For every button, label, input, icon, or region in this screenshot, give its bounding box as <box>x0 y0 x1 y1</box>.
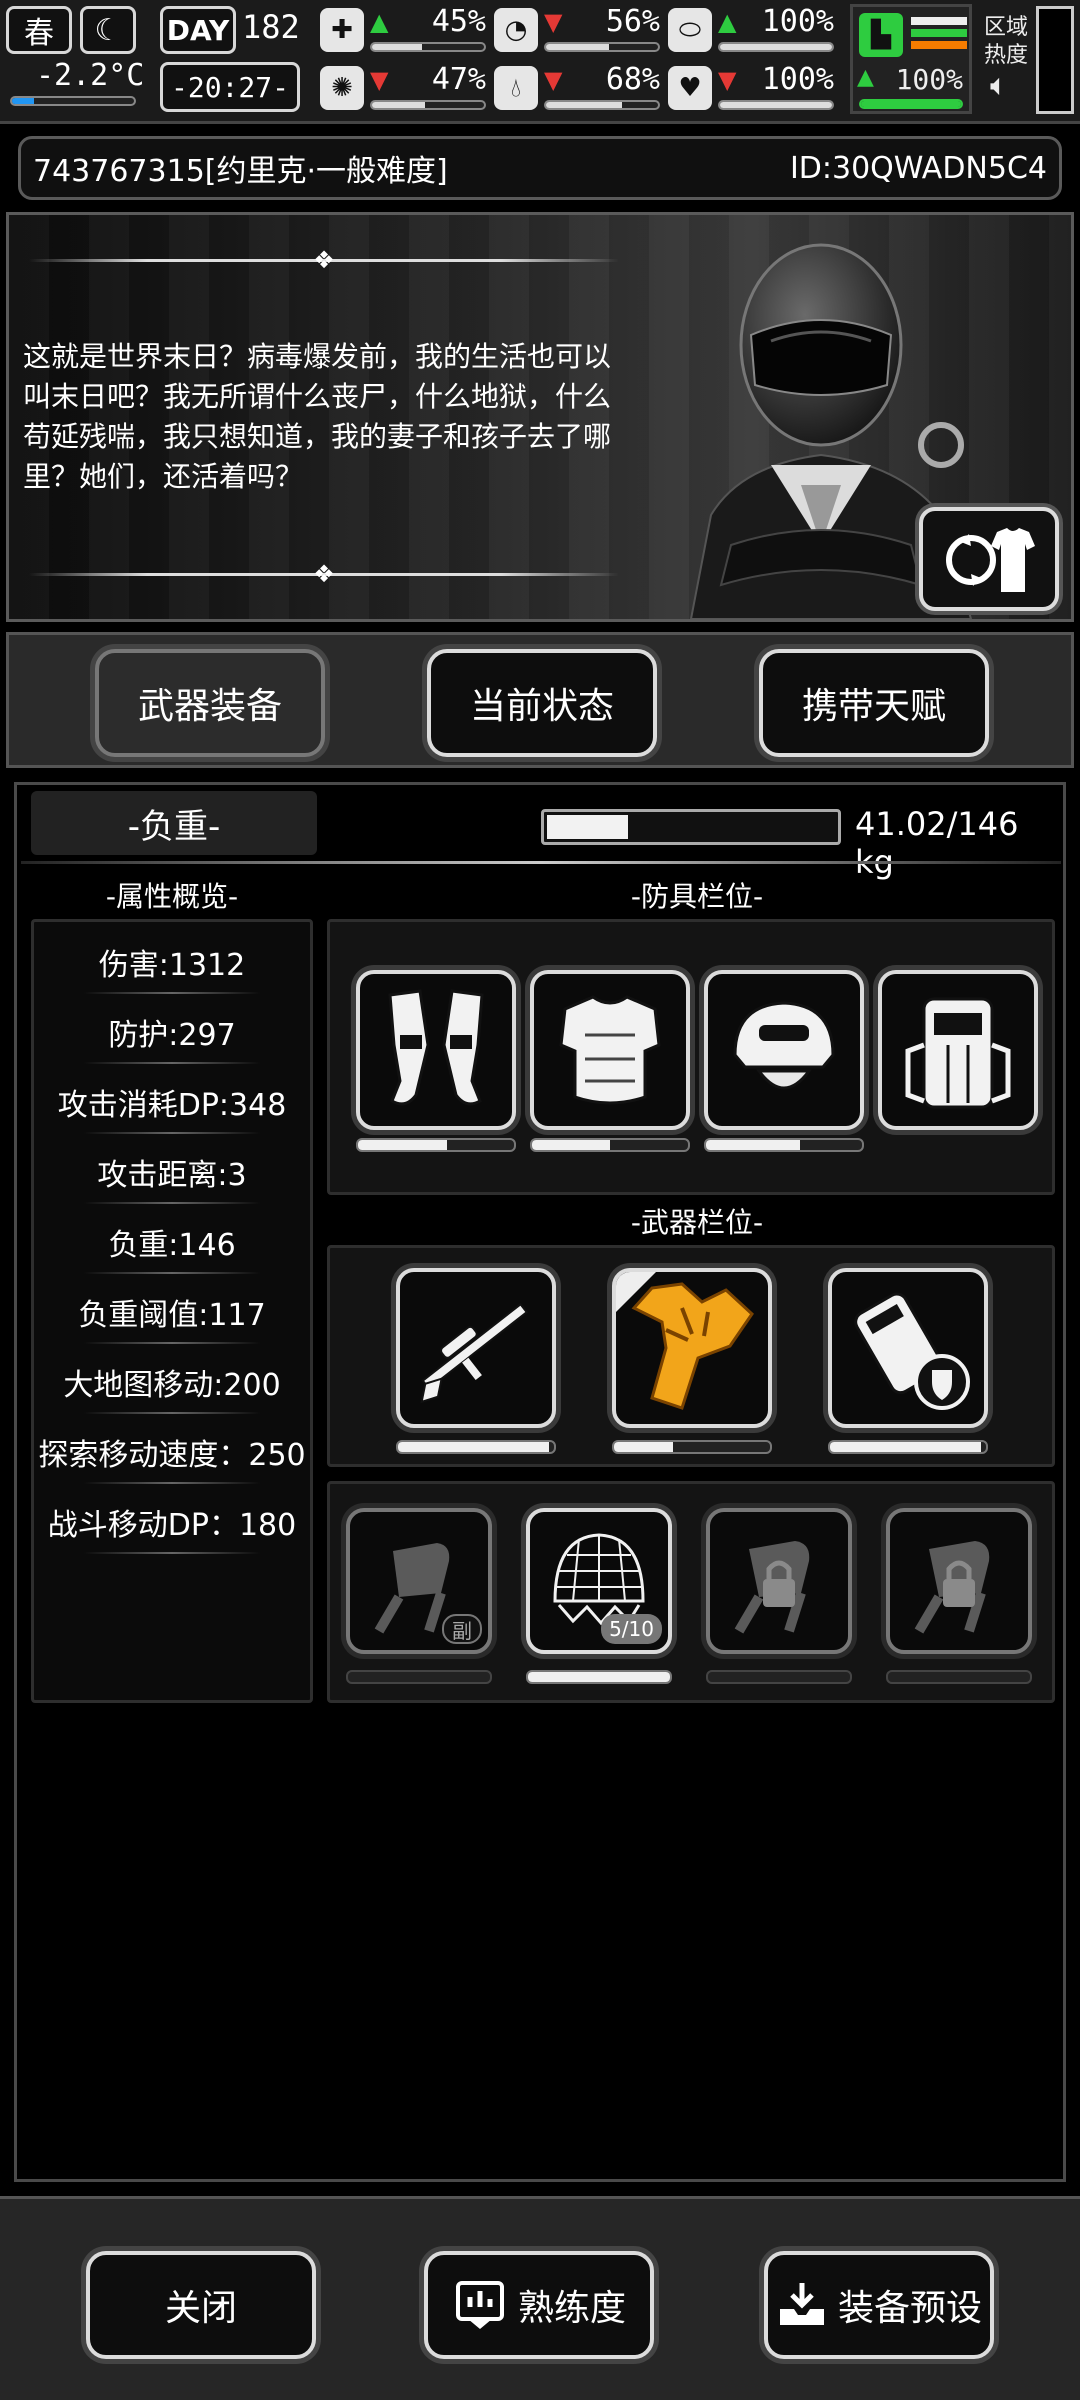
attr-weight: 负重:146 <box>34 1220 310 1274</box>
moon-icon: ☾ <box>80 6 136 54</box>
load-value: 41.02/146 kg <box>855 805 1019 881</box>
close-button[interactable]: 关闭 <box>86 2251 316 2359</box>
locked-slot-1[interactable] <box>706 1508 852 1654</box>
tab-bar: 武器装备 当前状态 携带天赋 <box>6 632 1074 768</box>
offhand-durability <box>346 1670 492 1684</box>
stat-health: ✚ ▲ 45% <box>320 2 490 58</box>
gadget-shield-icon <box>854 1292 970 1410</box>
medkit-icon: ✚ <box>320 8 364 52</box>
armor-durability-head <box>704 1138 864 1152</box>
tab-carried-talents[interactable]: 携带天赋 <box>759 649 989 757</box>
stat-sanity: ✺ ▼ 47% <box>320 60 490 116</box>
locked-fist-icon <box>914 1541 990 1634</box>
weapon-slots-panel <box>327 1245 1055 1467</box>
armor-heading: -防具栏位- <box>630 880 764 913</box>
character-story-panel: ❖ 这就是世界末日？病毒爆发前，我的生活也可以叫末日吧？我无所谓什么丧尸，什么地… <box>6 212 1074 622</box>
armor-slot-body[interactable] <box>530 970 690 1130</box>
weapon-durability-melee <box>612 1440 772 1454</box>
trap-count-badge: 5/10 <box>601 1614 662 1644</box>
ornament-divider-top: ❖ <box>29 246 619 274</box>
attr-map-movement: 大地图移动:200 <box>34 1360 310 1414</box>
weapon-durability-gadget <box>828 1440 988 1454</box>
clock: -20:27- <box>160 62 300 112</box>
sniper-rifle-icon <box>420 1302 529 1404</box>
backpack-icon <box>905 997 1011 1109</box>
locked-slot-1-durability <box>706 1670 852 1684</box>
water-drop-icon: 💧︎ <box>494 66 538 110</box>
boot-icon: ▙ <box>859 13 903 57</box>
helmet-icon <box>733 1001 835 1090</box>
load-label: -负重- <box>31 791 317 855</box>
extra-slots-panel: 副 5/10 <box>327 1481 1055 1703</box>
temperature-gauge <box>10 96 136 106</box>
attr-attack-dp-cost: 攻击消耗DP:348 <box>34 1080 310 1134</box>
trap-durability <box>526 1670 672 1684</box>
stat-mood: ♥ ▼ 100% <box>668 60 838 116</box>
attr-weight-threshold: 负重阈值:117 <box>34 1290 310 1344</box>
tab-current-status[interactable]: 当前状态 <box>427 649 657 757</box>
preset-box-icon <box>779 2283 824 2325</box>
region-heat-meter <box>1036 6 1074 114</box>
armor-durability-legs <box>356 1138 516 1152</box>
stamina-panel: ▙ ▲ 100% <box>850 4 972 114</box>
locked-slot-2-durability <box>886 1670 1032 1684</box>
locked-slot-2[interactable] <box>886 1508 1032 1654</box>
player-id: ID:30QWADN5C4 <box>789 150 1047 186</box>
brain-icon: ✺ <box>320 66 364 110</box>
title-bar: 743767315[约里克·一般难度] ID:30QWADN5C4 <box>18 136 1062 200</box>
proficiency-icon <box>455 2281 504 2329</box>
locked-fist-icon <box>734 1541 810 1634</box>
attr-damage: 伤害:1312 <box>34 940 310 994</box>
season-badge: 春 <box>6 6 72 54</box>
weapon-slot-primary[interactable] <box>396 1268 556 1428</box>
armor-durability-body <box>530 1138 690 1152</box>
armor-slot-legs[interactable] <box>356 970 516 1130</box>
shirt-swap-icon <box>946 528 1035 592</box>
story-text: 这就是世界末日？病毒爆发前，我的生活也可以叫末日吧？我无所谓什么丧尸，什么地狱，… <box>23 340 612 493</box>
load-bar <box>541 809 841 845</box>
temperature: -2.2°C <box>36 58 145 93</box>
weapons-heading: -武器栏位- <box>630 1206 764 1239</box>
stamina-value: 100% <box>895 63 963 96</box>
stat-hunger: ◔ ▼ 56% <box>494 2 664 58</box>
armor-slot-head[interactable] <box>704 970 864 1130</box>
attr-attack-range: 攻击距离:3 <box>34 1150 310 1204</box>
equipment-preset-button[interactable]: 装备预设 <box>764 2251 994 2359</box>
save-title: 743767315[约里克·一般难度] <box>33 154 448 189</box>
weapon-slot-melee[interactable] <box>612 1268 772 1428</box>
heart-icon: ♥ <box>668 66 712 110</box>
proficiency-button[interactable]: 熟练度 <box>424 2251 654 2359</box>
body-armor-icon <box>559 995 661 1105</box>
season-label: 春 <box>24 16 54 51</box>
trap-slot[interactable]: 5/10 <box>526 1508 672 1654</box>
equipment-panel: -负重- 41.02/146 kg -属性概览- -防具栏位- 伤害:1312 … <box>14 782 1066 2182</box>
region-heat-label: 区域 热度 <box>984 15 1029 68</box>
attr-combat-move-dp: 战斗移动DP：180 <box>34 1500 310 1554</box>
tab-weapons-equipment[interactable]: 武器装备 <box>95 649 325 757</box>
armor-slots-panel <box>327 919 1055 1195</box>
armor-slot-back[interactable] <box>878 970 1038 1130</box>
ornament-divider-bottom: ❖ <box>29 560 619 588</box>
attr-explore-speed: 探索移动速度：250 <box>34 1430 310 1484</box>
capsule-icon: ⬭ <box>668 8 712 52</box>
stomach-icon: ◔ <box>494 8 538 52</box>
status-bar: 春 ☾ -2.2°C DAY 182 -20:27- ✚ ▲ 45% ◔ ▼ 5… <box>0 0 1080 124</box>
attributes-panel: 伤害:1312 防护:297 攻击消耗DP:348 攻击距离:3 负重:146 … <box>31 919 313 1703</box>
leg-guards-icon <box>388 989 484 1106</box>
attr-defense: 防护:297 <box>34 1010 310 1064</box>
offhand-badge: 副 <box>442 1614 482 1644</box>
speaker-icon[interactable]: 🔈︎ <box>990 68 1008 103</box>
offhand-slot[interactable]: 副 <box>346 1508 492 1654</box>
attributes-heading: -属性概览- <box>105 880 239 913</box>
flame-tag-icon <box>616 1272 656 1312</box>
change-outfit-button[interactable] <box>919 507 1059 611</box>
bottom-action-bar: 关闭 熟练度 装备预设 <box>0 2196 1080 2400</box>
weapon-durability-primary <box>396 1440 556 1454</box>
day-count: 182 <box>242 8 300 46</box>
stat-medicine: ⬭ ▲ 100% <box>668 2 838 58</box>
weapon-slot-gadget[interactable] <box>828 1268 988 1428</box>
day-badge: DAY <box>160 6 236 54</box>
stat-thirst: 💧︎ ▼ 68% <box>494 60 664 116</box>
